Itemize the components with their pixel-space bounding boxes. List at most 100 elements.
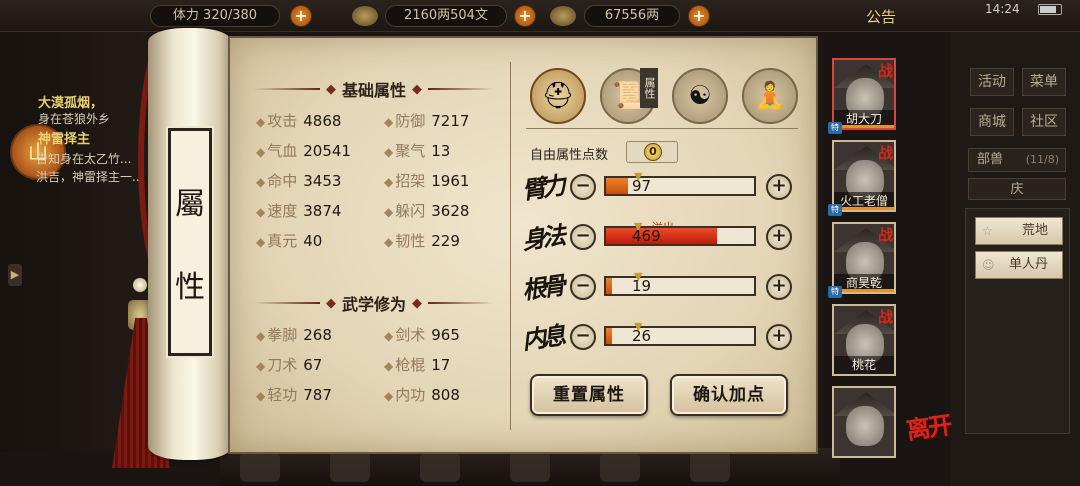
stat-bar-fill [606,328,612,344]
add-stamina-button[interactable]: + [290,5,312,27]
attr-value: 4868 [303,112,342,130]
stat-bar: ▼ 469 [604,220,756,246]
bullet-icon: ◆ [384,329,394,343]
announcement-button[interactable]: 公告 [866,6,896,27]
attr-label: 韧性 [395,232,426,250]
meridian-tab-icon[interactable]: 🧘 [742,68,798,124]
bullet-icon: ◆ [384,175,394,189]
stat-bar: ▼ 97 [604,170,756,196]
scroll-title: 屬 性 [166,126,214,358]
party-member[interactable]: 战火工老僧 [832,140,896,212]
stat-bar: ▼ 26 [604,320,756,346]
stat-value: 19 [632,277,652,295]
member-tag: 特 [828,204,842,216]
increase-stat-button[interactable]: + [766,174,792,200]
party-member[interactable]: 战桃花 [832,304,896,376]
party-member[interactable]: 战胡大刀 [832,58,896,130]
stat-name: 内息 [520,320,564,355]
scroll-title-char: 屬 [175,186,205,222]
basic-attributes-title: 基础属性 [342,81,407,100]
quest-title[interactable]: 大漠孤烟， [38,92,103,111]
increase-stat-button[interactable]: + [766,224,792,250]
battle-badge: 战 [877,144,893,162]
increase-stat-button[interactable]: + [766,324,792,350]
basic-attributes-heading: ◆ 基础属性 ◆ [254,78,495,100]
attr-value: 7217 [431,112,470,130]
clock: 14:24 [985,2,1020,16]
attr-value: 3874 [303,202,342,220]
menu-button[interactable]: 菜单 [1022,68,1066,96]
stat-name: 根骨 [520,270,564,305]
attribute-tab-badge: 属性 [640,68,658,108]
attr-basic_attrs: ◆ 气血 20541 [256,140,351,161]
activity-button[interactable]: 活动 [970,68,1014,96]
attr-basic_attrs: ◆ 命中 3453 [256,170,341,191]
expand-arrow-icon[interactable]: ▶ [8,264,22,286]
reset-attributes-button[interactable]: 重置属性 [530,374,648,416]
decrease-stat-button[interactable]: − [570,324,596,350]
toolbar-slot-icon[interactable] [510,452,550,482]
attr-value: 13 [431,142,451,160]
stat-bar-fill [606,278,612,294]
member-tag: 特 [828,122,842,134]
attr-martial_attrs: ◆ 刀术 67 [256,354,322,375]
attr-label: 聚气 [395,142,426,160]
quest-line: 洪吉，神雷择主一... [36,170,144,184]
quest-line: 神雷择主 [38,132,91,147]
decrease-stat-button[interactable]: − [570,174,596,200]
party-list: 战胡大刀特战火工老僧特战商昊乾特战桃花 [826,52,902,458]
equipment-tab-icon[interactable]: ⛑ [530,68,586,124]
martial-title: 武学修为 [342,295,407,314]
attr-value: 67 [303,356,323,374]
free-points-label: 自由属性点数 [530,148,609,163]
community-button[interactable]: 社区 [1022,108,1066,136]
toolbar-slot-icon[interactable] [420,452,460,482]
tab-separator [526,128,798,129]
attr-value: 808 [431,386,460,404]
star-icon: ☆ [982,224,993,238]
add-gold-button[interactable]: + [688,5,710,27]
location-wasteland[interactable]: ☆ 荒地 [975,217,1063,245]
bullet-icon: ◆ [256,329,266,343]
festival-tab[interactable]: 庆 [968,178,1066,200]
attr-label: 真元 [267,232,298,250]
bullet-icon: ◆ [384,115,394,129]
toolbar-slot-icon[interactable] [330,452,370,482]
bullet-icon: ◆ [256,235,266,249]
leave-button[interactable]: 离开 [904,405,952,446]
shop-button[interactable]: 商城 [970,108,1014,136]
battery-icon [1038,4,1062,15]
bullet-icon: ◆ [256,145,266,159]
quest-line: 身在苍狼外乡 [38,112,111,126]
increase-stat-button[interactable]: + [766,274,792,300]
add-silver-button[interactable]: + [514,5,536,27]
attr-value: 787 [303,386,332,404]
decrease-stat-button[interactable]: − [570,224,596,250]
attr-label: 招架 [395,172,426,190]
scroll-title-char: 性 [175,269,205,305]
attr-value: 1961 [431,172,470,190]
attr-basic_attrs: ◆ 躲闪 3628 [384,200,469,221]
attr-basic_attrs: ◆ 真元 40 [256,230,322,251]
attr-value: 3628 [431,202,470,220]
attr-basic_attrs: ◆ 聚气 13 [384,140,450,161]
attribute-tab-icon[interactable]: 📜 属性 [600,68,658,124]
decrease-stat-button[interactable]: − [570,274,596,300]
gold-icon [550,6,576,26]
tassel-bead [133,278,147,292]
confirm-points-button[interactable]: 确认加点 [670,374,788,416]
party-member[interactable]: 战商昊乾 [832,222,896,294]
bagua-tab-icon[interactable]: ☯ [672,68,728,124]
location-single-pill[interactable]: ☺ 单人丹 [975,251,1063,279]
beast-row[interactable]: 部兽 (11/8) [968,148,1066,172]
gold-display: 67556两 [584,5,680,27]
stat-bar: ▼ 19 [604,270,756,296]
bullet-icon: ◆ [384,389,394,403]
toolbar-slot-icon[interactable] [240,452,280,482]
martial-heading: ◆ 武学修为 ◆ [254,292,495,314]
party-member[interactable] [832,386,896,458]
toolbar-slot-icon[interactable] [600,452,640,482]
toolbar-slot-icon[interactable] [690,452,730,482]
bullet-icon: ◆ [256,205,266,219]
member-name: 桃花 [834,356,894,374]
